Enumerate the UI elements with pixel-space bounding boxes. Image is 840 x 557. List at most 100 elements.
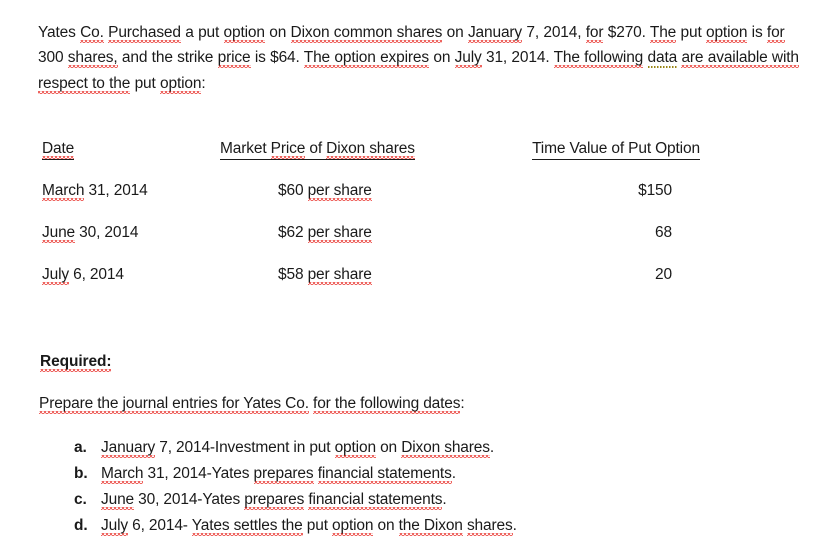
misspelled-word: July [101,517,128,534]
required-heading-text: Required: [40,353,112,370]
table-row: March 31, 2014 $60 per share $150 [0,182,840,224]
required-dates-list: a. January 7, 2014-Investment in put opt… [0,439,840,543]
price-amount: $62 [278,224,308,241]
cell-date-rest: 30, 2014 [75,224,139,241]
misspelled-word: March [101,465,144,482]
intro-text-segment: 300 [38,49,68,66]
intro-text-segment: is [747,23,767,41]
list-item: b. March 31, 2014-Yates prepares financi… [0,465,840,491]
intro-text-segment: put [676,23,706,41]
intro-text-segment: $270. [603,23,650,41]
list-item: d. July 6, 2014- Yates settles the put o… [0,517,840,543]
intro-text-segment: is $64. [250,49,304,66]
intro-text-segment: 31, 2014. [481,49,554,66]
misspelled-word: Yates settles the [191,517,303,534]
misspelled-word: financial statements [308,491,443,508]
misspelled-word: option [160,74,202,92]
misspelled-word: Date [42,140,75,157]
list-segment: 31, 2014-Yates [143,465,254,482]
header-segment: of [305,140,327,157]
misspelled-word: option [334,439,376,456]
intro-text-segment: and the strike [117,49,218,66]
list-segment: 7, 2014-Investment in put [155,439,335,456]
misspelled-word: per share [307,224,372,241]
misspelled-word: June [42,224,76,241]
column-header-market-price: Market Price of Dixon shares [220,140,480,160]
prepare-instruction: Prepare the journal entries for Yates Co… [39,395,465,413]
list-segment: . [512,517,517,534]
list-item-label: June 30, 2014-Yates prepares financial s… [101,491,447,509]
column-header-date: Date [42,140,74,160]
list-item-label: March 31, 2014-Yates prepares financial … [101,465,456,483]
misspelled-word: option [223,23,265,41]
header-segment: Market [220,140,271,157]
misspelled-word: for [766,23,785,41]
misspelled-word: Dixon shares [401,439,490,456]
intro-text-segment: put [130,74,161,92]
misspelled-word: January [467,23,523,41]
misspelled-word: June [101,491,135,508]
intro-text-segment: a put [180,23,224,41]
misspelled-word: July [42,266,69,283]
intro-text-segment: : [201,74,206,92]
misspelled-word: shares [466,517,513,534]
cell-time-value: 20 [655,266,672,283]
grammar-flagged-word: data [647,49,678,68]
list-segment: put [302,517,333,534]
list-segment: on [373,517,399,534]
misspelled-word: Dixon common shares [290,23,443,41]
misspelled-word: Purchased [108,23,181,41]
cell-time-value: 68 [655,224,672,241]
cell-time-value: $150 [638,182,672,199]
list-segment: . [451,465,456,482]
misspelled-word: prepares [253,465,314,482]
list-item-marker: d. [74,517,88,534]
required-heading: Required: [40,353,112,371]
list-item-label: January 7, 2014-Investment in put option… [101,439,494,457]
misspelled-word: Dixon shares [326,140,415,157]
misspelled-word: Price [270,140,306,157]
document-page: Yates Co. Purchased a put option on Dixo… [0,0,840,557]
intro-paragraph: Yates Co. Purchased a put option on Dixo… [38,20,813,97]
misspelled-word: January [101,439,156,456]
list-item-label: July 6, 2014- Yates settles the put opti… [101,517,517,535]
list-item-marker: a. [74,439,87,456]
price-amount: $60 [278,182,308,199]
cell-date-rest: 6, 2014 [68,266,124,283]
list-segment: 30, 2014-Yates [134,491,245,508]
misspelled-word: financial statements [317,465,452,482]
price-amount: $58 [278,266,308,283]
list-segment: . [442,491,447,508]
list-item: a. January 7, 2014-Investment in put opt… [0,439,840,465]
intro-text-segment: 7, 2014, [522,23,586,41]
misspelled-word: March [42,182,85,199]
table-header-row: Date Market Price of Dixon shares Time V… [0,140,840,182]
list-segment: on [375,439,402,456]
cell-market-price: $60 per share [220,182,430,200]
misspelled-word: for the following dates [313,395,461,412]
misspelled-word: July [454,49,482,66]
put-option-data-table: Date Market Price of Dixon shares Time V… [0,140,840,308]
cell-date: March 31, 2014 [42,182,148,200]
cell-date: June 30, 2014 [42,224,138,242]
misspelled-word: price [217,49,251,66]
misspelled-word: The following [553,49,644,66]
list-segment: 6, 2014- [127,517,192,534]
misspelled-word: option [332,517,374,534]
list-item-marker: b. [74,465,88,482]
list-item-marker: c. [74,491,87,508]
intro-text-segment: on [264,23,291,41]
misspelled-word: The option expires [303,49,429,66]
misspelled-word: per share [307,266,372,283]
misspelled-word: prepares [244,491,305,508]
misspelled-word: option [705,23,748,41]
column-header-time-value: Time Value of Put Option [470,140,762,160]
prepare-segment: : [460,395,465,412]
cell-date: July 6, 2014 [42,266,124,284]
intro-text-segment: on [429,49,455,66]
misspelled-word: Prepare the journal entries for Yates Co… [39,395,309,412]
intro-text-segment: Yates [38,23,81,41]
table-row: June 30, 2014 $62 per share 68 [0,224,840,266]
misspelled-word: The [649,23,677,41]
cell-date-rest: 31, 2014 [84,182,148,199]
